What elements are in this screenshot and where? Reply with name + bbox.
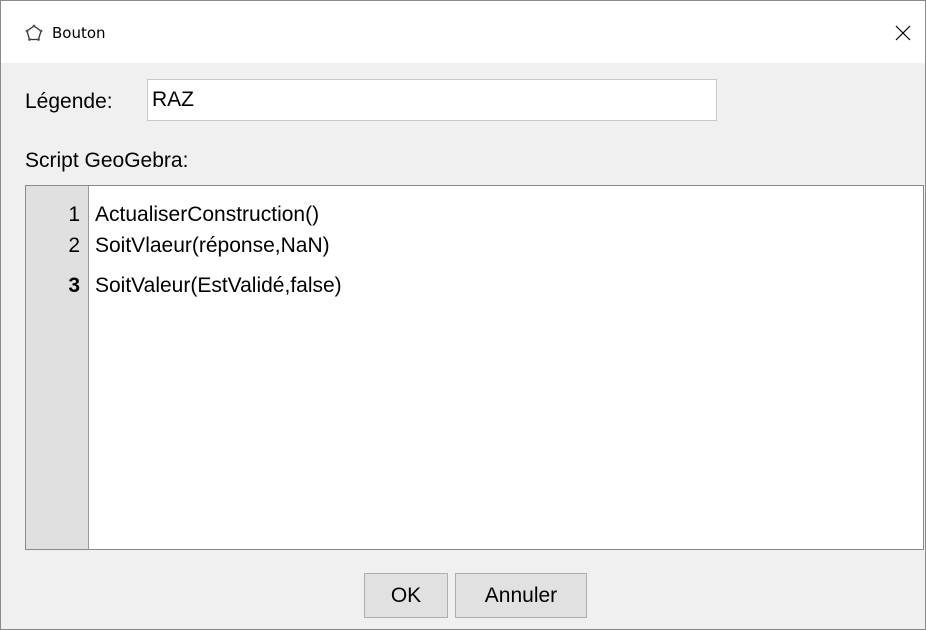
close-icon xyxy=(895,25,911,41)
script-label: Script GeoGebra: xyxy=(25,149,189,172)
ok-button[interactable]: OK xyxy=(364,573,448,618)
window-title: Bouton xyxy=(52,24,106,42)
title-bar[interactable]: Bouton xyxy=(1,1,925,63)
code-line[interactable]: SoitVlaeur(réponse,NaN) xyxy=(95,233,330,259)
caption-input[interactable] xyxy=(147,79,717,121)
line-number-gutter: 1 2 3 xyxy=(26,186,89,549)
caption-label: Légende: xyxy=(25,90,113,113)
script-editor[interactable]: 1 2 3 ActualiserConstruction() SoitVlaeu… xyxy=(25,185,924,550)
pentagon-icon xyxy=(25,24,43,41)
line-number-current: 3 xyxy=(68,274,80,297)
line-number: 1 xyxy=(68,203,80,226)
close-button[interactable] xyxy=(885,15,921,51)
code-line[interactable]: ActualiserConstruction() xyxy=(95,202,319,228)
line-number: 2 xyxy=(68,234,80,257)
cancel-button[interactable]: Annuler xyxy=(455,573,587,618)
code-line[interactable]: SoitValeur(EstValidé,false) xyxy=(95,273,342,299)
button-properties-dialog: Bouton Légende: Script GeoGebra: 1 2 3 A… xyxy=(0,0,926,630)
